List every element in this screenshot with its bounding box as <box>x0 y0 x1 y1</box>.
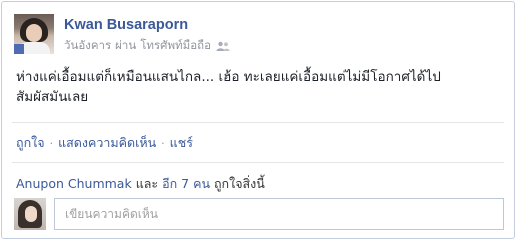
avatar-face <box>25 206 37 222</box>
story-header: Kwan Busaraporn วันอังคาร ผ่าน โทรศัพท์ม… <box>14 14 504 56</box>
post-message: ห่างแค่เอื้อมแต่ก็เหมือนแสนไกล... เฮ้อ ท… <box>16 67 506 107</box>
meta-via: ผ่าน <box>115 38 137 52</box>
share-link[interactable]: แชร์ <box>170 133 193 153</box>
author-avatar[interactable] <box>14 14 54 54</box>
likes-others-link[interactable]: อีก 7 คน <box>162 176 210 191</box>
viewer-avatar <box>14 198 46 230</box>
comment-input[interactable] <box>54 198 504 230</box>
author-name-link[interactable]: Kwan Busaraporn <box>64 17 188 33</box>
action-separator: · <box>161 136 165 150</box>
post-source-link[interactable]: โทรศัพท์มือถือ <box>140 37 211 55</box>
comment-composer <box>14 198 504 232</box>
post-message-line-1: ห่างแค่เอื้อมแต่ก็เหมือนแสนไกล... เฮ้อ ท… <box>16 69 441 85</box>
divider <box>12 162 504 163</box>
like-link[interactable]: ถูกใจ <box>16 133 45 153</box>
liker-name-link[interactable]: Anupon Chummak <box>16 176 132 191</box>
post-timestamp[interactable]: วันอังคาร <box>64 37 111 55</box>
likes-suffix: ถูกใจสิ่งนี้ <box>213 176 265 191</box>
like-sentence: Anupon Chummak และ อีก 7 คน ถูกใจสิ่งนี้ <box>16 174 265 194</box>
comment-link[interactable]: แสดงความคิดเห็น <box>58 133 156 153</box>
story-meta: วันอังคาร ผ่าน โทรศัพท์มือถือ <box>64 37 230 55</box>
likes-and: และ <box>135 176 159 191</box>
feed-story: Kwan Busaraporn วันอังคาร ผ่าน โทรศัพท์ม… <box>1 1 515 239</box>
post-message-line-2: สัมผัสมันเลย <box>16 89 89 105</box>
divider <box>12 122 504 123</box>
avatar-face <box>26 24 42 42</box>
story-actions: ถูกใจ · แสดงความคิดเห็น · แชร์ <box>16 133 193 153</box>
avatar-pillow <box>14 44 24 54</box>
friends-icon[interactable] <box>216 41 230 51</box>
action-separator: · <box>49 136 54 150</box>
